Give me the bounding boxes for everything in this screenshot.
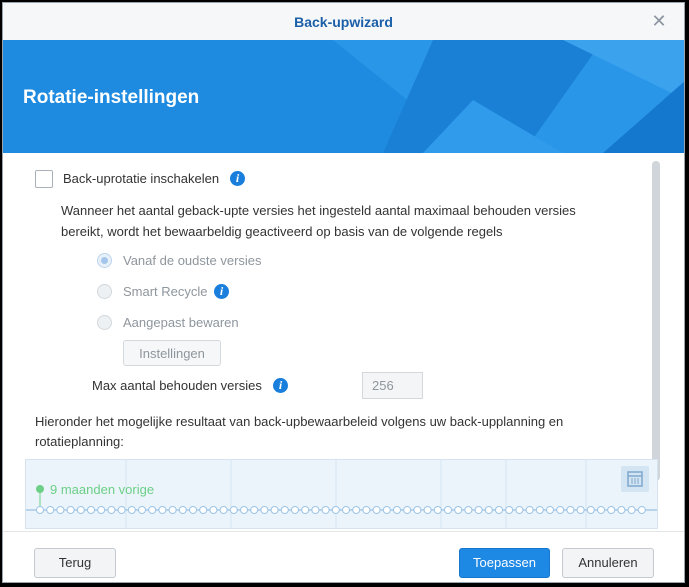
timeline-dot	[117, 506, 126, 514]
timeline-dot	[36, 506, 44, 514]
scrollbar[interactable]	[652, 161, 660, 481]
radio-oldest-versions[interactable]	[97, 253, 112, 268]
timeline-dot	[525, 506, 534, 514]
cancel-button[interactable]: Annuleren	[562, 548, 654, 578]
timeline-dot	[372, 506, 381, 514]
timeline-dot	[291, 506, 299, 514]
back-button[interactable]: Terug	[34, 548, 116, 578]
timeline-dot	[464, 506, 473, 514]
timeline-dot	[168, 506, 177, 514]
radio-smart-recycle-label: Smart Recycle	[123, 284, 208, 299]
radio-oldest-versions-label: Vanaf de oudste versies	[123, 253, 262, 268]
timeline-dot	[617, 506, 626, 514]
footer: Terug Toepassen Annuleren	[3, 531, 684, 582]
timeline-dot	[586, 506, 595, 514]
radio-custom-retention[interactable]	[97, 315, 112, 330]
timeline-dot	[199, 506, 208, 514]
timeline-dot	[321, 506, 330, 514]
header-banner: Rotatie-instellingen	[3, 40, 684, 153]
timeline-dot	[342, 506, 350, 514]
timeline-dot	[362, 506, 371, 514]
timeline-dot	[209, 506, 218, 514]
timeline-dot	[158, 506, 167, 514]
timeline-dot	[566, 506, 575, 514]
info-icon[interactable]: i	[214, 284, 229, 299]
timeline-dot	[515, 506, 524, 514]
timeline-marker-label: 9 maanden vorige	[50, 482, 155, 497]
retention-timeline: 9 maanden vorige	[25, 459, 658, 529]
radio-smart-recycle[interactable]	[97, 284, 112, 299]
timeline-dot	[505, 506, 514, 514]
timeline-dot	[403, 506, 412, 514]
apply-button[interactable]: Toepassen	[459, 548, 550, 578]
content-area: Back-uprotatie inschakelen i Wanneer het…	[3, 153, 684, 531]
timeline-dot	[637, 506, 646, 514]
radio-custom-retention-label: Aangepast bewaren	[123, 315, 239, 330]
timeline-dot	[138, 506, 146, 514]
timeline-dot	[433, 506, 442, 514]
rotation-enable-checkbox[interactable]	[35, 170, 53, 188]
timeline-dot	[474, 506, 483, 514]
timeline-dot	[454, 506, 463, 514]
timeline-dot	[240, 506, 248, 514]
timeline-dot	[382, 506, 391, 514]
timeline-dot	[393, 506, 401, 514]
timeline-dot	[76, 506, 85, 514]
title-bar: Back-upwizard ✕	[3, 3, 684, 41]
timeline-dot	[311, 506, 320, 514]
window-title: Back-upwizard	[294, 14, 393, 30]
timeline-dot	[219, 506, 228, 514]
timeline-dot	[556, 506, 565, 514]
timeline-dot	[148, 506, 157, 514]
preview-description: Hieronder het mogelijke resultaat van ba…	[35, 414, 564, 449]
timeline-dot	[107, 506, 116, 514]
timeline-dot	[56, 506, 65, 514]
info-icon[interactable]: i	[230, 171, 245, 186]
timeline-dot	[301, 506, 310, 514]
timeline-dot	[444, 506, 452, 514]
settings-button[interactable]: Instellingen	[123, 340, 221, 366]
timeline-dot	[46, 506, 55, 514]
close-icon[interactable]: ✕	[650, 12, 668, 30]
timeline-dot	[331, 506, 340, 514]
timeline-dot	[597, 506, 605, 514]
timeline-dot	[484, 506, 493, 514]
timeline-dot	[352, 506, 361, 514]
timeline-dot	[260, 506, 269, 514]
timeline-dot	[627, 506, 636, 514]
timeline-dot	[97, 506, 106, 514]
backup-wizard-window: Back-upwizard ✕ Rotatie-instellingen Bac…	[2, 2, 685, 583]
timeline-dot	[229, 506, 238, 514]
timeline-dot	[546, 506, 554, 514]
timeline-dot	[87, 506, 95, 514]
timeline-dot	[127, 506, 136, 514]
timeline-dot	[607, 506, 616, 514]
timeline-dot	[413, 506, 422, 514]
max-versions-label: Max aantal behouden versies	[92, 378, 262, 393]
rotation-enable-label: Back-uprotatie inschakelen	[63, 171, 220, 186]
timeline-dot	[270, 506, 279, 514]
timeline-dot	[250, 506, 259, 514]
max-versions-input[interactable]: 256	[362, 372, 423, 399]
timeline-dot	[189, 506, 197, 514]
timeline-dot	[178, 506, 187, 514]
info-icon[interactable]: i	[273, 378, 288, 393]
page-title: Rotatie-instellingen	[23, 87, 200, 108]
timeline-dot	[280, 506, 289, 514]
timeline-dot	[66, 506, 75, 514]
timeline-dot	[495, 506, 503, 514]
timeline-dot	[535, 506, 544, 514]
timeline-dot	[576, 506, 585, 514]
calendar-icon[interactable]	[621, 466, 649, 492]
timeline-dot	[423, 506, 432, 514]
rotation-description: Wanneer het aantal geback-upte versies h…	[61, 203, 576, 239]
